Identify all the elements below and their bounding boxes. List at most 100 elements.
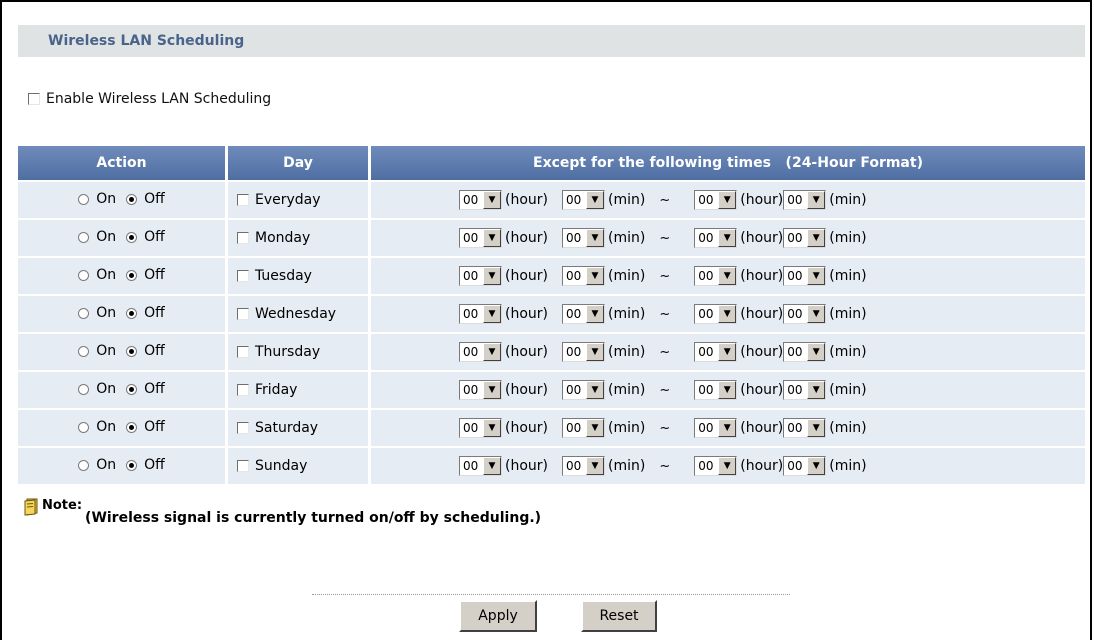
- chevron-down-icon[interactable]: ▼: [718, 305, 737, 323]
- end-min-select[interactable]: 00 ▼: [783, 456, 827, 476]
- end-min-select[interactable]: 00 ▼: [783, 304, 827, 324]
- chevron-down-icon[interactable]: ▼: [586, 267, 604, 285]
- chevron-down-icon[interactable]: ▼: [718, 191, 737, 209]
- end-min-select[interactable]: 00 ▼: [783, 342, 827, 362]
- action-on-radio[interactable]: [78, 459, 90, 471]
- chevron-down-icon[interactable]: ▼: [718, 343, 737, 361]
- day-checkbox[interactable]: [237, 232, 249, 244]
- action-on-radio[interactable]: [78, 383, 90, 395]
- action-off-label: Off: [144, 343, 165, 360]
- chevron-down-icon[interactable]: ▼: [586, 381, 604, 399]
- chevron-down-icon[interactable]: ▼: [483, 191, 501, 209]
- start-min-select[interactable]: 00 ▼: [562, 228, 605, 248]
- end-min-select[interactable]: 00 ▼: [783, 190, 827, 210]
- end-hour-select[interactable]: 00 ▼: [694, 456, 738, 476]
- chevron-down-icon[interactable]: ▼: [807, 191, 826, 209]
- chevron-down-icon[interactable]: ▼: [807, 457, 826, 475]
- chevron-down-icon[interactable]: ▼: [807, 267, 826, 285]
- chevron-down-icon[interactable]: ▼: [483, 267, 501, 285]
- chevron-down-icon[interactable]: ▼: [718, 267, 737, 285]
- start-hour-select[interactable]: 00 ▼: [459, 342, 502, 362]
- chevron-down-icon[interactable]: ▼: [586, 229, 604, 247]
- day-checkbox[interactable]: [237, 194, 249, 206]
- chevron-down-icon[interactable]: ▼: [483, 343, 501, 361]
- time-unit-label: (hour): [740, 344, 784, 360]
- end-hour-select[interactable]: 00 ▼: [694, 304, 738, 324]
- end-hour-select[interactable]: 00 ▼: [694, 342, 738, 362]
- action-off-radio[interactable]: [126, 231, 138, 243]
- chevron-down-icon[interactable]: ▼: [586, 191, 604, 209]
- action-off-radio[interactable]: [126, 383, 138, 395]
- chevron-down-icon[interactable]: ▼: [483, 457, 501, 475]
- end-hour-select-value: 00: [698, 193, 714, 207]
- start-hour-select-value: 00: [463, 421, 479, 435]
- end-hour-select[interactable]: 00 ▼: [694, 380, 738, 400]
- start-min-select-value: 00: [566, 193, 582, 207]
- end-min-select[interactable]: 00 ▼: [783, 380, 827, 400]
- action-on-radio[interactable]: [78, 231, 90, 243]
- action-off-radio[interactable]: [126, 421, 138, 433]
- start-hour-select[interactable]: 00 ▼: [459, 456, 502, 476]
- end-min-select[interactable]: 00 ▼: [783, 418, 827, 438]
- end-min-select[interactable]: 00 ▼: [783, 228, 827, 248]
- reset-button[interactable]: Reset: [581, 600, 657, 632]
- chevron-down-icon[interactable]: ▼: [718, 419, 737, 437]
- action-off-radio[interactable]: [126, 269, 138, 281]
- start-min-select[interactable]: 00 ▼: [562, 380, 605, 400]
- start-hour-select[interactable]: 00 ▼: [459, 418, 502, 438]
- chevron-down-icon[interactable]: ▼: [586, 343, 604, 361]
- action-on-radio[interactable]: [78, 269, 90, 281]
- start-hour-select-value: 00: [463, 307, 479, 321]
- start-min-select[interactable]: 00 ▼: [562, 266, 605, 286]
- day-checkbox[interactable]: [237, 460, 249, 472]
- chevron-down-icon[interactable]: ▼: [586, 457, 604, 475]
- chevron-down-icon[interactable]: ▼: [483, 305, 501, 323]
- start-hour-select[interactable]: 00 ▼: [459, 304, 502, 324]
- apply-button[interactable]: Apply: [459, 600, 537, 632]
- chevron-down-icon[interactable]: ▼: [483, 419, 501, 437]
- end-hour-select[interactable]: 00 ▼: [694, 418, 738, 438]
- action-off-radio[interactable]: [126, 307, 138, 319]
- chevron-down-icon[interactable]: ▼: [807, 229, 826, 247]
- chevron-down-icon[interactable]: ▼: [718, 457, 737, 475]
- action-off-label: Off: [144, 305, 165, 322]
- chevron-down-icon[interactable]: ▼: [718, 229, 737, 247]
- chevron-down-icon[interactable]: ▼: [807, 343, 826, 361]
- start-min-select[interactable]: 00 ▼: [562, 304, 605, 324]
- chevron-down-icon[interactable]: ▼: [807, 381, 826, 399]
- start-min-select[interactable]: 00 ▼: [562, 190, 605, 210]
- enable-scheduling-checkbox[interactable]: [28, 93, 40, 105]
- chevron-down-icon[interactable]: ▼: [807, 419, 826, 437]
- action-on-radio[interactable]: [78, 345, 90, 357]
- start-min-select[interactable]: 00 ▼: [562, 418, 605, 438]
- start-min-select[interactable]: 00 ▼: [562, 342, 605, 362]
- day-checkbox[interactable]: [237, 308, 249, 320]
- chevron-down-icon[interactable]: ▼: [586, 419, 604, 437]
- action-on-radio[interactable]: [78, 193, 90, 205]
- end-min-select-value: 00: [787, 193, 803, 207]
- end-hour-select[interactable]: 00 ▼: [694, 190, 738, 210]
- action-off-radio[interactable]: [126, 345, 138, 357]
- day-checkbox[interactable]: [237, 384, 249, 396]
- end-hour-select[interactable]: 00 ▼: [694, 228, 738, 248]
- action-off-radio[interactable]: [126, 459, 138, 471]
- action-on-radio[interactable]: [78, 307, 90, 319]
- action-on-radio[interactable]: [78, 421, 90, 433]
- start-hour-select[interactable]: 00 ▼: [459, 380, 502, 400]
- time-unit-label: (hour): [740, 192, 784, 208]
- chevron-down-icon[interactable]: ▼: [483, 229, 501, 247]
- chevron-down-icon[interactable]: ▼: [807, 305, 826, 323]
- day-checkbox[interactable]: [237, 422, 249, 434]
- action-off-radio[interactable]: [126, 193, 138, 205]
- chevron-down-icon[interactable]: ▼: [483, 381, 501, 399]
- end-hour-select[interactable]: 00 ▼: [694, 266, 738, 286]
- chevron-down-icon[interactable]: ▼: [586, 305, 604, 323]
- start-hour-select[interactable]: 00 ▼: [459, 228, 502, 248]
- start-min-select[interactable]: 00 ▼: [562, 456, 605, 476]
- chevron-down-icon[interactable]: ▼: [718, 381, 737, 399]
- start-hour-select[interactable]: 00 ▼: [459, 266, 502, 286]
- day-checkbox[interactable]: [237, 270, 249, 282]
- end-min-select[interactable]: 00 ▼: [783, 266, 827, 286]
- start-hour-select[interactable]: 00 ▼: [459, 190, 502, 210]
- day-checkbox[interactable]: [237, 346, 249, 358]
